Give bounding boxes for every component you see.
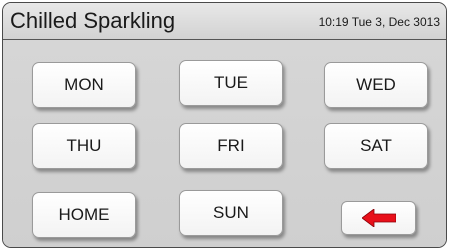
mon-button[interactable]: MON bbox=[32, 62, 136, 108]
datetime-display: 10:19 Tue 3, Dec 3013 bbox=[318, 15, 440, 29]
device-screen: Chilled Sparkling 10:19 Tue 3, Dec 3013 … bbox=[2, 2, 447, 248]
title-bar: Chilled Sparkling 10:19 Tue 3, Dec 3013 bbox=[3, 3, 446, 40]
back-button[interactable] bbox=[341, 201, 416, 235]
wed-button[interactable]: WED bbox=[324, 62, 428, 108]
app-title: Chilled Sparkling bbox=[10, 8, 176, 33]
sat-button[interactable]: SAT bbox=[324, 123, 428, 169]
home-button[interactable]: HOME bbox=[32, 192, 136, 238]
fri-button[interactable]: FRI bbox=[179, 123, 283, 169]
left-arrow-shape bbox=[361, 209, 396, 227]
day-selection-panel: MON TUE WED THU FRI SAT HOME SUN bbox=[3, 40, 446, 247]
tue-button[interactable]: TUE bbox=[179, 60, 283, 106]
thu-button[interactable]: THU bbox=[32, 123, 136, 169]
left-arrow-icon bbox=[361, 209, 396, 227]
sun-button[interactable]: SUN bbox=[179, 190, 283, 236]
